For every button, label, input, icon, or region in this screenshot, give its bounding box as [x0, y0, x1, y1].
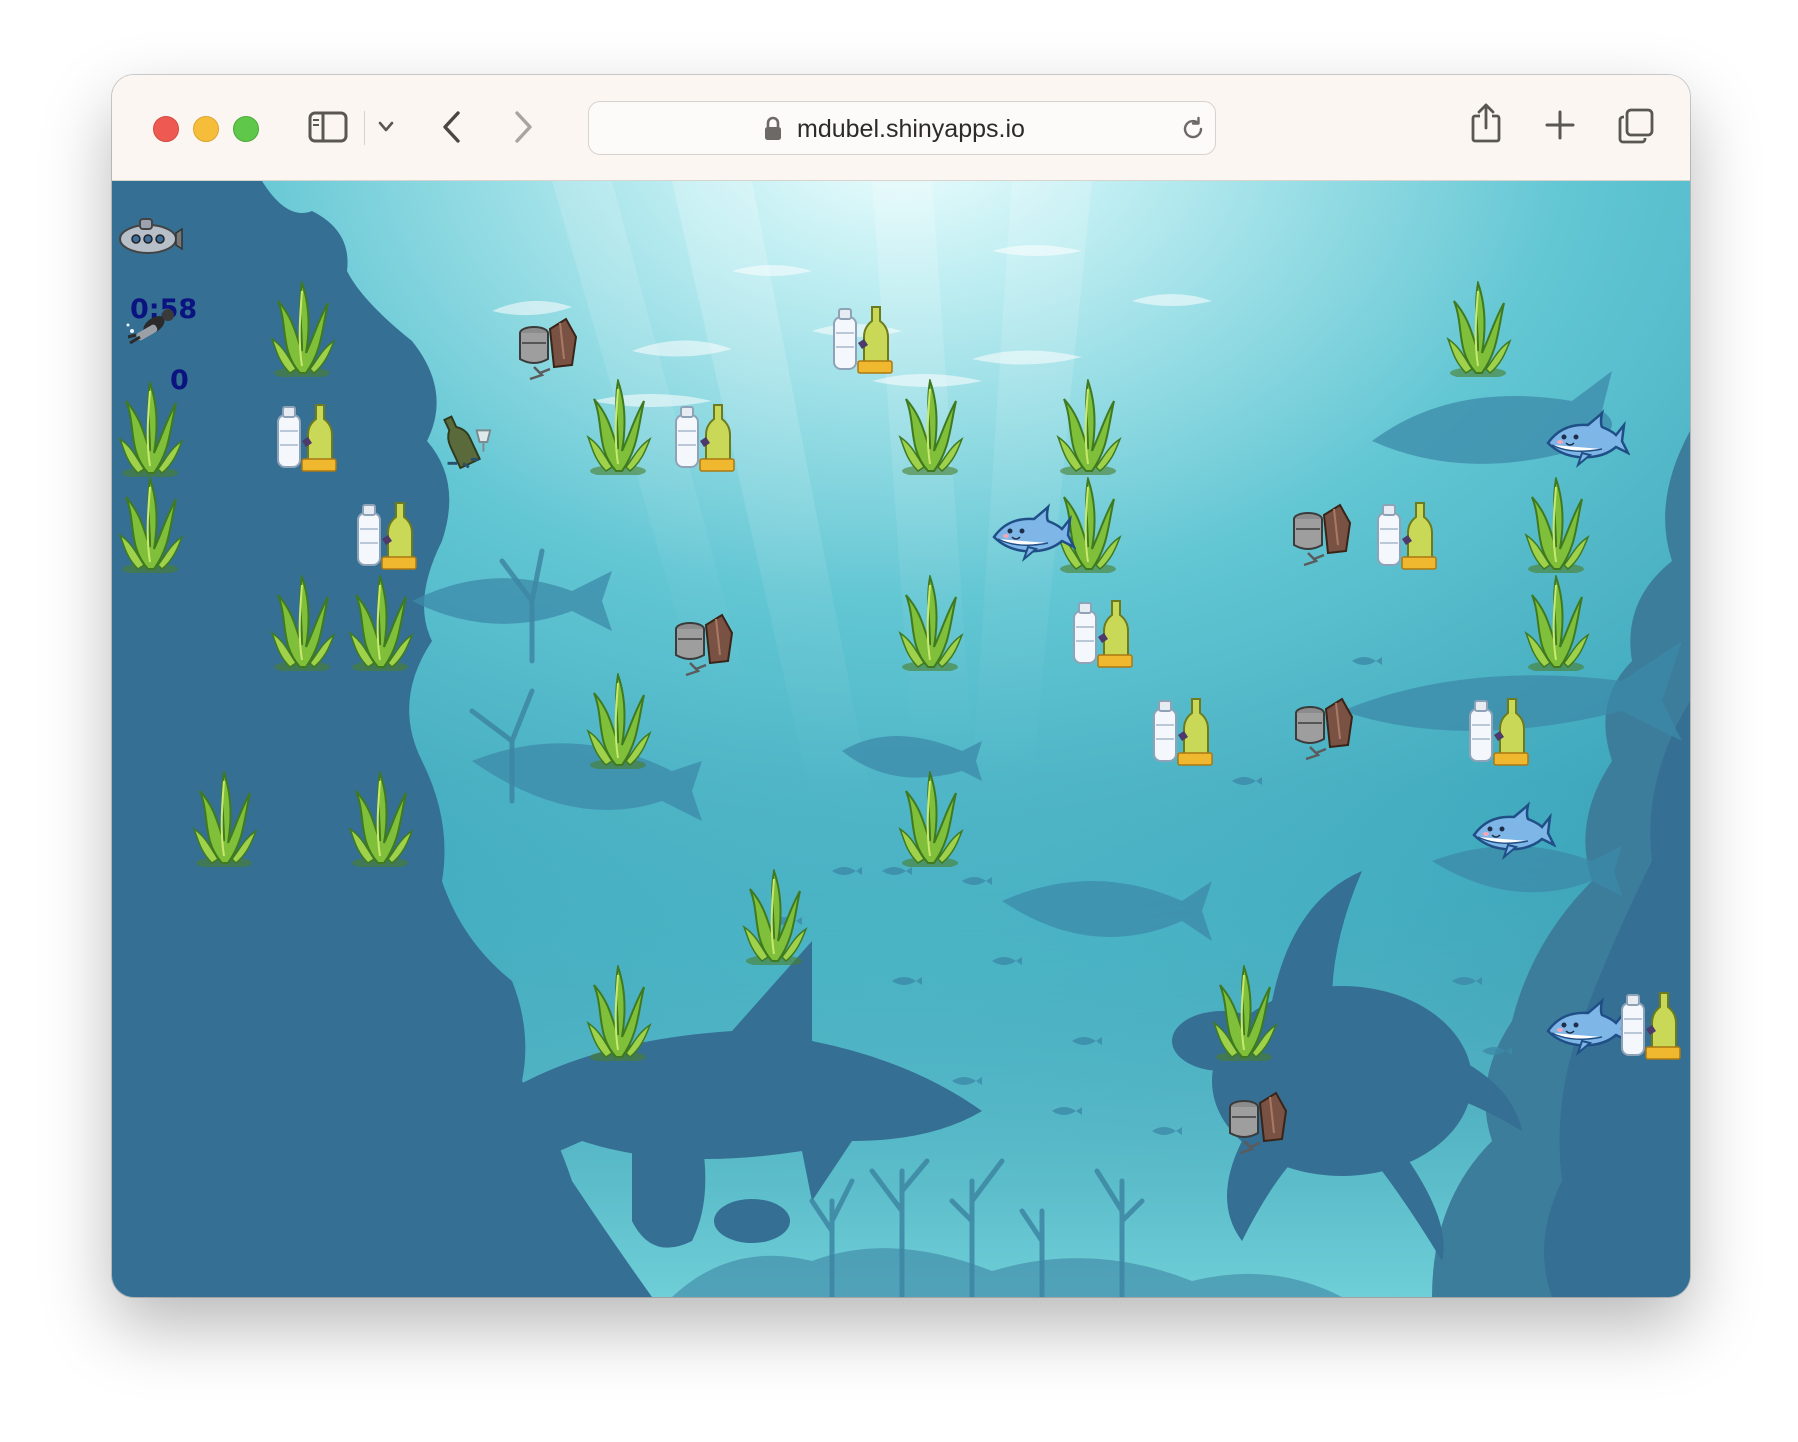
trash-bottle-glasses	[443, 415, 492, 470]
seaweed-obstacle	[348, 771, 414, 867]
close-window-button[interactable]	[153, 116, 179, 142]
new-tab-icon[interactable]	[1544, 109, 1576, 141]
forward-icon[interactable]	[510, 108, 536, 146]
shark-enemy	[1472, 801, 1556, 861]
shark-enemy	[1546, 409, 1630, 469]
seaweed-obstacle	[898, 379, 964, 475]
trash-bottles	[1469, 698, 1529, 766]
toolbar-divider	[364, 111, 365, 145]
seaweed-obstacle	[1056, 379, 1122, 475]
trash-can-bag	[1229, 1091, 1288, 1155]
seaweed-obstacle	[898, 771, 964, 867]
trash-bottles	[1153, 698, 1213, 766]
sidebar-icon[interactable]	[308, 111, 348, 143]
trash-can-bag	[675, 613, 734, 677]
seaweed-obstacle	[1524, 477, 1590, 573]
trash-can-bag	[519, 317, 578, 381]
trash-bottles	[277, 404, 337, 472]
url-text: mdubel.shinyapps.io	[797, 115, 1025, 143]
seaweed-obstacle	[742, 869, 808, 965]
seaweed-obstacle	[192, 771, 258, 867]
seaweed-obstacle	[586, 673, 652, 769]
seaweed-obstacle	[1524, 575, 1590, 671]
lock-icon	[765, 116, 781, 140]
seaweed-obstacle	[586, 379, 652, 475]
seaweed-obstacle	[586, 965, 652, 1061]
trash-bottles	[1073, 600, 1133, 668]
minimize-window-button[interactable]	[193, 116, 219, 142]
share-icon[interactable]	[1469, 101, 1503, 145]
trash-bottles	[357, 502, 417, 570]
trash-bottles	[1377, 502, 1437, 570]
trash-can-bag	[1295, 697, 1354, 761]
trash-bottles	[675, 404, 735, 472]
seaweed-obstacle	[270, 575, 336, 671]
address-bar[interactable]: mdubel.shinyapps.io	[588, 101, 1216, 155]
chevron-down-icon[interactable]	[377, 120, 395, 134]
seaweed-obstacle	[118, 381, 184, 477]
seaweed-obstacle	[118, 477, 184, 573]
trash-bottles	[833, 306, 893, 374]
back-icon[interactable]	[439, 108, 465, 146]
browser-toolbar: mdubel.shinyapps.io	[112, 75, 1690, 181]
tabs-overview-icon[interactable]	[1617, 107, 1655, 145]
browser-window: mdubel.shinyapps.io 0:58 0	[112, 75, 1690, 1297]
shark-enemy	[992, 503, 1076, 563]
submarine-base	[119, 218, 183, 254]
seaweed-obstacle	[1446, 281, 1512, 377]
maximize-window-button[interactable]	[233, 116, 259, 142]
reload-icon[interactable]	[1179, 115, 1207, 143]
diver-player[interactable]	[124, 303, 178, 349]
seaweed-obstacle	[898, 575, 964, 671]
seaweed-obstacle	[348, 575, 414, 671]
game-area[interactable]: 0:58 0	[112, 181, 1690, 1297]
trash-can-bag	[1293, 503, 1352, 567]
trash-bottles	[1621, 992, 1681, 1060]
seaweed-obstacle	[270, 281, 336, 377]
seaweed-obstacle	[1212, 965, 1278, 1061]
